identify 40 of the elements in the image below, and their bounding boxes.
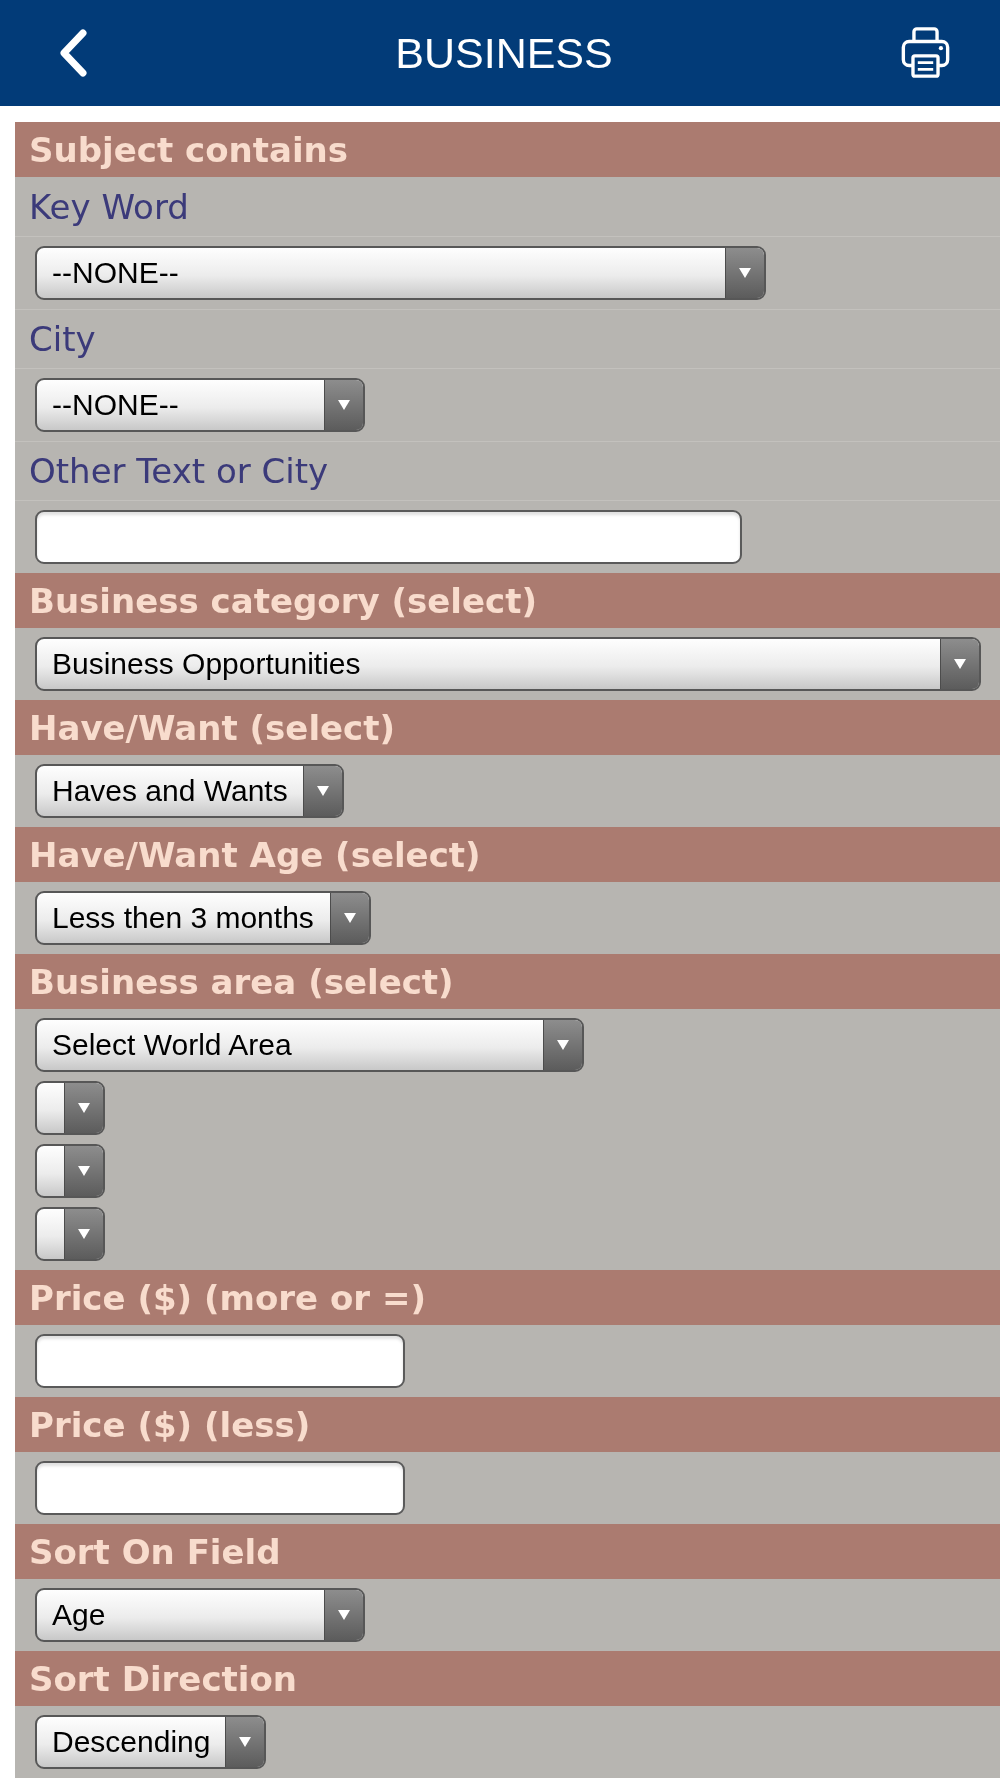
caret-icon	[324, 1590, 363, 1640]
caret-icon	[225, 1717, 264, 1767]
caret-icon	[64, 1146, 103, 1196]
caret-icon	[64, 1209, 103, 1259]
section-heading: Sort On Field	[15, 1524, 1000, 1579]
text-field[interactable]	[35, 1461, 405, 1515]
caret-icon	[303, 766, 342, 816]
section-heading: Price ($) (more or =)	[15, 1270, 1000, 1325]
caret-icon	[64, 1083, 103, 1133]
text-field[interactable]	[35, 510, 742, 564]
dropdown[interactable]: Less then 3 months	[35, 891, 371, 945]
dropdown[interactable]: Business Opportunities	[35, 637, 981, 691]
field-label: Other Text or City	[29, 450, 329, 492]
printer-icon[interactable]	[901, 27, 950, 79]
section-heading: Business category (select)	[15, 573, 1000, 628]
page-title: BUSINESS	[395, 28, 613, 78]
section-heading: Sort Direction	[15, 1651, 1000, 1706]
section-heading: Have/Want Age (select)	[15, 827, 1000, 882]
dropdown[interactable]: Select World Area	[35, 1018, 584, 1072]
dropdown[interactable]: Age	[35, 1588, 365, 1642]
caret-icon	[725, 248, 764, 298]
section-heading: Subject contains	[15, 122, 1000, 177]
dropdown[interactable]	[35, 1144, 105, 1198]
caret-icon	[324, 380, 363, 430]
field-label: Key Word	[29, 185, 189, 228]
section-heading: Have/Want (select)	[15, 700, 1000, 755]
dropdown[interactable]	[35, 1081, 105, 1135]
dropdown[interactable]: --NONE--	[35, 246, 766, 300]
section-heading: Business area (select)	[15, 954, 1000, 1009]
dropdown[interactable]	[35, 1207, 105, 1261]
back-icon[interactable]	[58, 29, 88, 77]
caret-icon	[940, 639, 979, 689]
caret-icon	[543, 1020, 582, 1070]
dropdown[interactable]: --NONE--	[35, 378, 365, 432]
field-label: City	[29, 318, 96, 360]
caret-icon	[330, 893, 369, 943]
section-heading: Price ($) (less)	[15, 1397, 1000, 1452]
dropdown[interactable]: Haves and Wants	[35, 764, 344, 818]
text-field[interactable]	[35, 1334, 405, 1388]
dropdown[interactable]: Descending	[35, 1715, 266, 1769]
